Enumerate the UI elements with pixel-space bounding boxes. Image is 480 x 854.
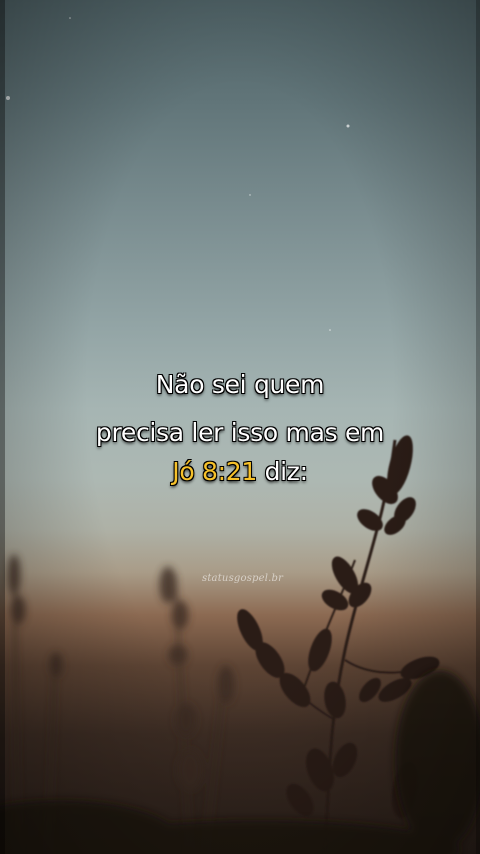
background-photo: Não sei quem precisa ler isso mas em Jó … xyxy=(0,0,480,854)
caption-line-2: precisa ler isso mas em xyxy=(95,418,385,447)
caption-line-3: Jó 8:21 diz: xyxy=(0,451,480,492)
watermark: statusgospel.br xyxy=(202,573,284,584)
caption-line-1: Não sei quem xyxy=(155,370,325,399)
caption-line-3-rest: diz: xyxy=(256,457,308,486)
bible-reference: Jó 8:21 xyxy=(172,457,257,486)
